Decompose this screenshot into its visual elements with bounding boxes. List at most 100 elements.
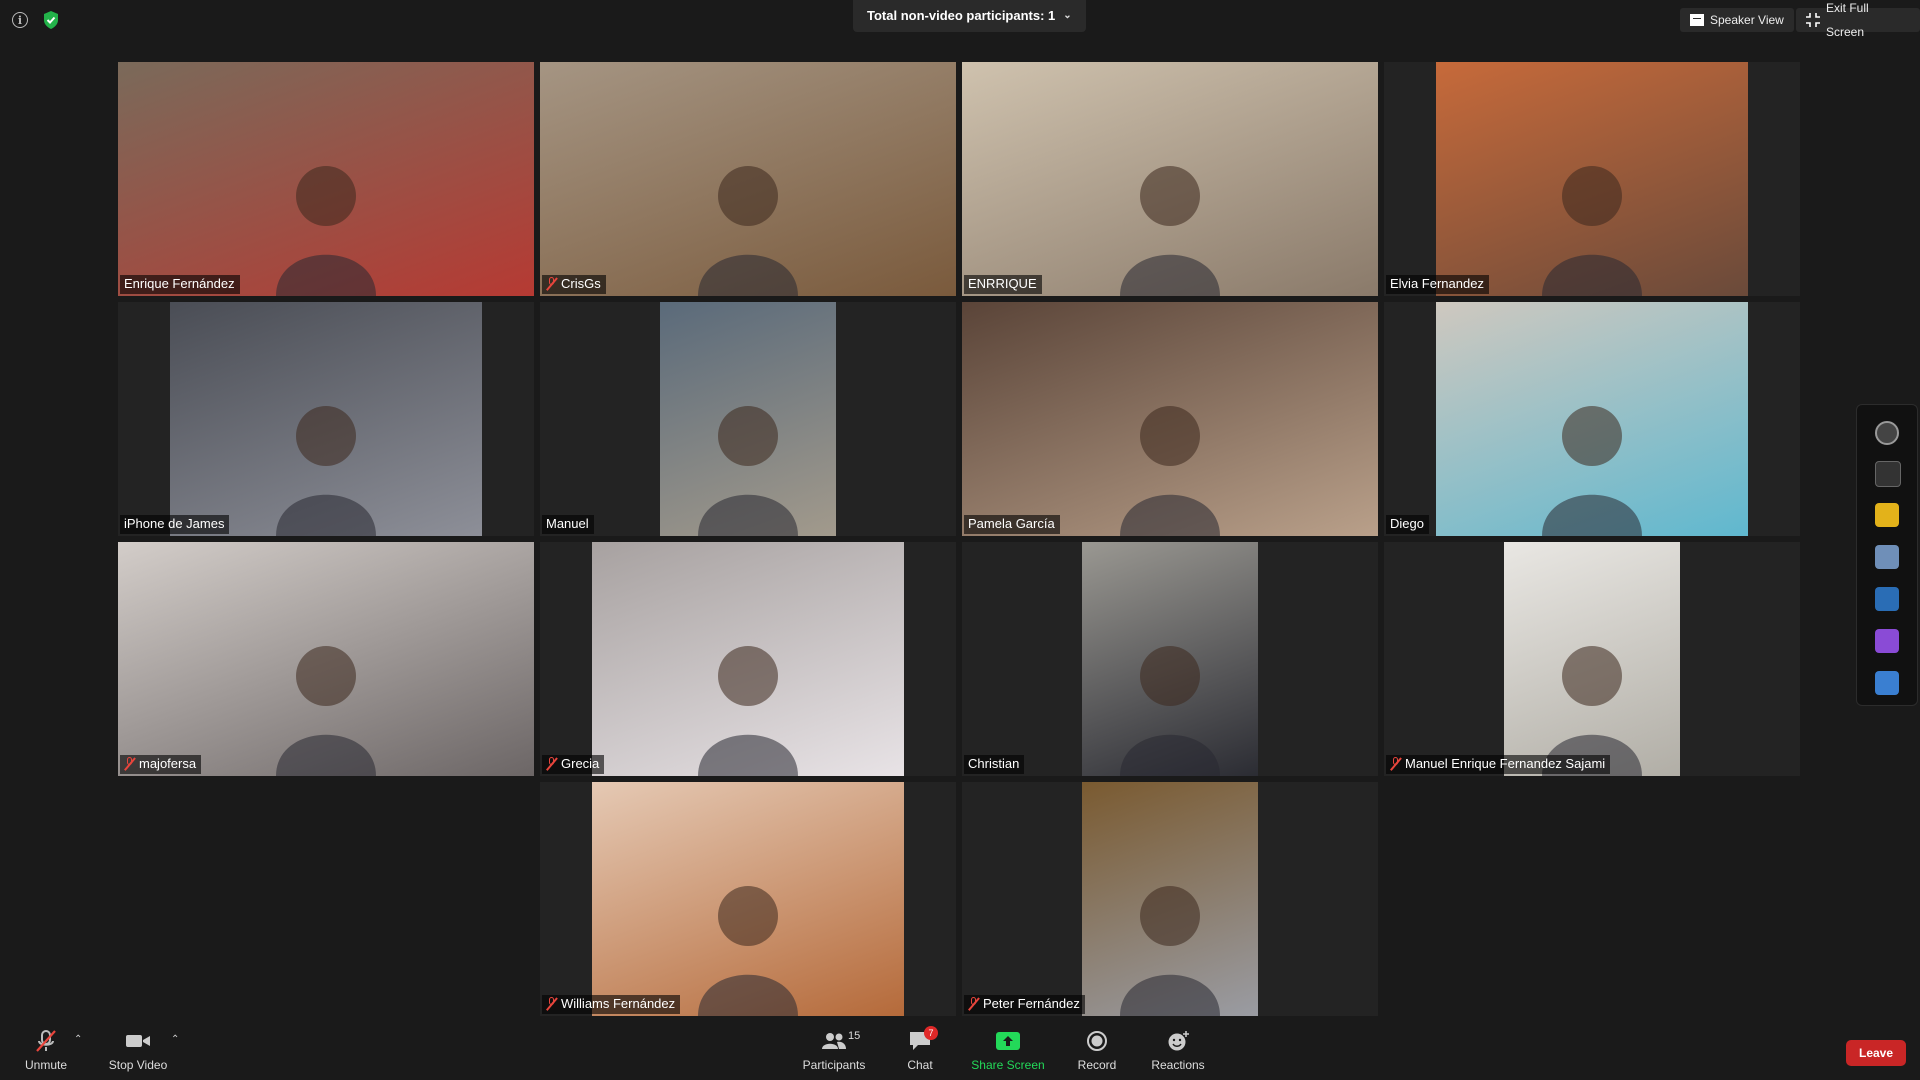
exit-full-screen-button[interactable]: Exit Full Screen — [1796, 1, 1920, 39]
participant-name-tag: CrisGs — [542, 275, 606, 294]
visual-studio-icon[interactable] — [1875, 629, 1899, 653]
person-silhouette — [271, 146, 381, 296]
non-video-label: Total non-video participants: 1 — [867, 8, 1056, 23]
participant-tile[interactable]: Manuel — [540, 302, 956, 536]
participant-name-tag: Christian — [964, 755, 1025, 774]
participant-video — [118, 542, 534, 776]
participant-tile[interactable]: Diego — [1384, 302, 1800, 536]
shield-icon[interactable] — [42, 10, 60, 30]
share-screen-label: Share Screen — [971, 1058, 1045, 1072]
participant-video — [540, 62, 956, 296]
participants-count: 15 — [848, 1030, 861, 1042]
person-silhouette — [271, 626, 381, 776]
participant-tile[interactable]: Enrique Fernández — [118, 62, 534, 296]
person-silhouette — [1115, 146, 1225, 296]
mic-muted-icon — [546, 997, 558, 1011]
participant-video — [592, 782, 904, 1016]
participant-tile[interactable]: iPhone de James — [118, 302, 534, 536]
participant-tile[interactable]: Grecia — [540, 542, 956, 776]
participant-tile[interactable]: Williams Fernández — [540, 782, 956, 1016]
participants-button[interactable]: 15 Participants — [794, 1028, 874, 1078]
participant-name-tag: Enrique Fernández — [120, 275, 240, 294]
leave-button[interactable]: Leave — [1846, 1040, 1906, 1066]
person-silhouette — [1115, 386, 1225, 536]
app-icon[interactable] — [1875, 461, 1901, 487]
person-silhouette — [693, 626, 803, 776]
app-icon[interactable] — [1875, 671, 1899, 695]
participant-name: Williams Fernández — [561, 996, 676, 1011]
mic-muted-icon — [124, 757, 136, 771]
app-icon[interactable] — [1875, 545, 1899, 569]
participant-name: Manuel Enrique Fernandez Sajami — [1405, 756, 1606, 771]
participants-label: Participants — [802, 1058, 866, 1072]
speaker-view-label: Speaker View — [1710, 13, 1784, 27]
mic-muted-icon — [546, 757, 558, 771]
exit-fullscreen-icon — [1806, 13, 1820, 27]
person-silhouette — [1115, 626, 1225, 776]
video-options-caret[interactable]: ⌃ — [171, 1034, 179, 1045]
chat-icon: 7 — [880, 1026, 960, 1054]
participant-tile[interactable]: Peter Fernández — [962, 782, 1378, 1016]
person-silhouette — [1537, 626, 1647, 776]
participant-tile[interactable]: ENRRIQUE — [962, 62, 1378, 296]
participant-name: Grecia — [561, 756, 600, 771]
person-silhouette — [693, 146, 803, 296]
stop-video-button[interactable]: Stop Video — [98, 1028, 178, 1078]
participant-name-tag: Pamela García — [964, 515, 1060, 534]
participant-name: CrisGs — [561, 276, 601, 291]
participant-name-tag: Grecia — [542, 755, 605, 774]
record-icon — [1057, 1028, 1137, 1054]
video-camera-icon — [98, 1028, 178, 1054]
participant-tile[interactable]: majofersa — [118, 542, 534, 776]
person-silhouette — [271, 386, 381, 536]
chat-label: Chat — [907, 1058, 933, 1072]
record-label: Record — [1077, 1058, 1117, 1072]
reactions-label: Reactions — [1151, 1058, 1205, 1072]
top-bar: i Total non-video participants: 1 ⌄ Spea… — [0, 0, 1920, 40]
reactions-button[interactable]: Reactions — [1138, 1028, 1218, 1078]
participant-tile[interactable]: Manuel Enrique Fernandez Sajami — [1384, 542, 1800, 776]
participant-name-tag: Manuel — [542, 515, 594, 534]
audio-options-caret[interactable]: ⌃ — [74, 1034, 82, 1045]
app-icon[interactable] — [1875, 587, 1899, 611]
person-silhouette — [1537, 386, 1647, 536]
participant-tile[interactable]: Elvia Fernandez — [1384, 62, 1800, 296]
non-video-participants-dropdown[interactable]: Total non-video participants: 1 ⌄ — [853, 0, 1086, 32]
participant-name-tag: iPhone de James — [120, 515, 230, 534]
participant-name: Peter Fernández — [983, 996, 1080, 1011]
chat-button[interactable]: 7 Chat — [880, 1026, 960, 1078]
participant-name-tag: Williams Fernández — [542, 995, 681, 1014]
mic-muted-icon — [546, 277, 558, 291]
participant-video — [592, 542, 904, 776]
participant-video — [1504, 542, 1680, 776]
person-silhouette — [1537, 146, 1647, 296]
mic-muted-icon — [1390, 757, 1402, 771]
record-button[interactable]: Record — [1057, 1028, 1137, 1078]
share-screen-button[interactable]: Share Screen — [968, 1028, 1048, 1078]
chevron-down-icon: ⌄ — [1063, 10, 1072, 21]
participant-video — [118, 62, 534, 296]
participant-tile[interactable]: Christian — [962, 542, 1378, 776]
participant-name: ENRRIQUE — [968, 276, 1037, 291]
mic-muted-icon — [968, 997, 980, 1011]
participant-video — [962, 62, 1378, 296]
stop-video-label: Stop Video — [108, 1058, 168, 1072]
speaker-view-icon — [1690, 14, 1704, 26]
participant-video — [660, 302, 836, 536]
participant-video — [962, 302, 1378, 536]
speaker-view-button[interactable]: Speaker View — [1680, 8, 1794, 32]
participant-tile[interactable]: Pamela García — [962, 302, 1378, 536]
clock-icon[interactable] — [1875, 421, 1899, 445]
participant-name: Christian — [968, 756, 1020, 771]
participant-name: Manuel — [546, 516, 589, 531]
meeting-toolbar: Unmute ⌃ Stop Video ⌃ 15 Participants 7 — [0, 1022, 1920, 1080]
exit-full-screen-label: Exit Full Screen — [1826, 1, 1869, 39]
participant-tile[interactable]: CrisGs — [540, 62, 956, 296]
participant-name: iPhone de James — [124, 516, 225, 531]
person-silhouette — [693, 866, 803, 1016]
participant-name-tag: Diego — [1386, 515, 1429, 534]
person-silhouette — [1115, 866, 1225, 1016]
app-icon[interactable] — [1875, 503, 1899, 527]
chat-badge: 7 — [924, 1026, 938, 1040]
info-icon[interactable]: i — [12, 12, 28, 28]
